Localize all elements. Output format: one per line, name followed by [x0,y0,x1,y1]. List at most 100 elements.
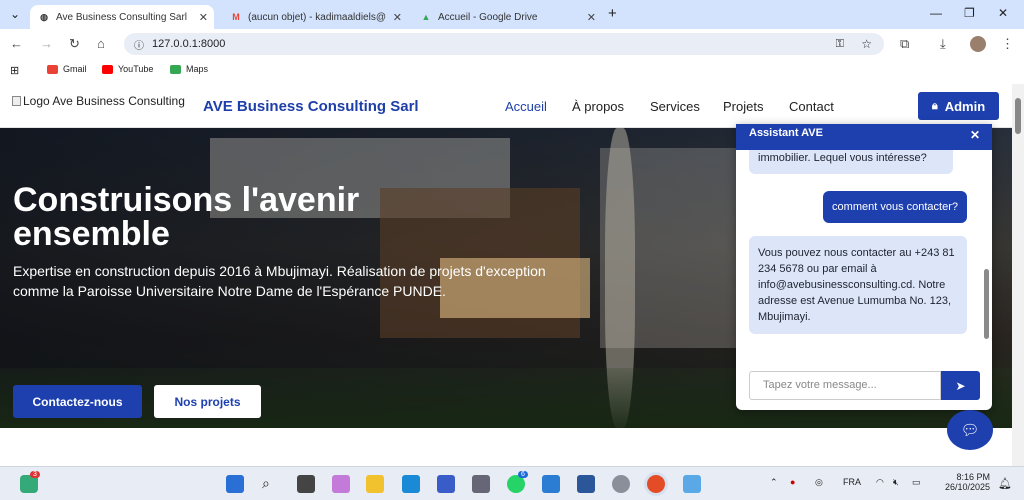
edge-icon[interactable] [402,475,420,493]
close-tab-icon[interactable]: ✕ [587,11,596,24]
broken-image-icon [12,96,21,106]
vscode-icon[interactable] [542,475,560,493]
tab-search-icon[interactable]: ⌄ [10,7,20,21]
network-icon[interactable]: ◎ [815,477,823,488]
gmail-icon [47,64,58,74]
forward-icon[interactable]: → [40,36,53,51]
logo-alt-text: Logo Ave Business Consulting [23,94,185,108]
avatar[interactable] [970,36,986,52]
bookmark-star-icon[interactable]: ☆ [861,37,872,51]
word-icon[interactable] [577,475,595,493]
bookmark-youtube[interactable]: YouTube [102,64,153,74]
battery-icon[interactable]: ▭ [912,477,921,488]
bot-message: immobilier. Lequel vous intéresse? [749,150,953,174]
lock-icon: 🔒︎ [931,99,938,112]
bookmark-label: Maps [186,64,209,74]
task-view-icon[interactable] [297,475,315,493]
message-text: immobilier. Lequel vous intéresse? [758,152,927,164]
chat-widget: Assistant AVE ✕ immobilier. Lequel vous … [736,124,992,410]
close-chat-icon[interactable]: ✕ [970,126,980,144]
os-taskbar: 3 ⌕ 6 ⌃ ● ◎ FRA ◠ 🔇︎ ▭ 8:16 PM 26/10/202… [0,466,1024,500]
menu-kebab-icon[interactable]: ⋮ [1001,36,1014,52]
contact-us-button[interactable]: Contactez-nous [13,385,142,418]
site-info-icon[interactable]: ⓘ [134,37,144,52]
send-button[interactable]: ➤ [941,371,980,400]
file-explorer-icon[interactable] [366,475,384,493]
tab-title: (aucun objet) - kadimaaldiels@ [248,11,386,23]
notification-bell-icon[interactable]: 🔔︎ [998,477,1012,490]
chat-message-input[interactable]: Tapez votre message... [749,371,941,400]
chat-messages: immobilier. Lequel vous intéresse? comme… [736,150,992,362]
web-page: Logo Ave Business Consulting AVE Busines… [0,84,1012,466]
nav-a-propos[interactable]: À propos [572,99,624,114]
clock-time: 8:16 PM [956,472,990,482]
bookmark-label: YouTube [118,64,154,74]
nav-accueil[interactable]: Accueil [505,99,547,114]
tab-ave-business[interactable]: ◍ Ave Business Consulting Sarl ✕ [30,5,214,29]
chrome-icon[interactable] [647,475,665,493]
wifi-icon[interactable]: ◠ [876,477,884,488]
recording-icon[interactable]: ● [790,477,795,487]
nav-contact[interactable]: Contact [789,99,834,114]
chat-scrollbar[interactable] [984,269,989,339]
url-text: 127.0.0.1:8000 [152,38,226,50]
clock[interactable]: 8:16 PM 26/10/2025 [940,472,990,492]
message-text: comment vous contacter? [832,201,958,213]
site-brand[interactable]: AVE Business Consulting Sarl [203,98,419,115]
search-icon[interactable]: ⌕ [262,475,280,493]
tab-title: Ave Business Consulting Sarl [56,11,187,23]
reload-icon[interactable]: ↻ [69,36,80,52]
nav-services[interactable]: Services [650,99,700,114]
camera-icon[interactable] [472,475,490,493]
gmail-icon: M [232,12,240,22]
chat-toggle-button[interactable]: 💬︎ [947,410,993,450]
site-navbar: Logo Ave Business Consulting AVE Busines… [0,84,1012,128]
page-scrollbar[interactable] [1012,84,1024,466]
new-tab-icon[interactable]: + [608,5,617,22]
apps-grid-icon[interactable]: ⊞ [10,64,19,77]
globe-icon: ◍ [40,11,48,22]
notepad-icon[interactable] [683,475,701,493]
minimize-icon[interactable]: — [930,6,942,20]
store-icon[interactable] [437,475,455,493]
hero-title: Construisons l'avenir ensemble [13,181,360,253]
download-icon[interactable]: ⤓ [940,36,946,52]
language-indicator[interactable]: FRA [843,477,861,487]
chevron-up-icon[interactable]: ⌃ [770,477,778,488]
our-projects-button[interactable]: Nos projets [154,385,261,418]
paper-plane-icon: ➤ [955,378,966,393]
extensions-icon[interactable]: ⧉ [900,36,909,52]
close-tab-icon[interactable]: ✕ [199,11,208,24]
copilot-icon[interactable] [332,475,350,493]
site-logo[interactable]: Logo Ave Business Consulting [12,94,185,108]
tab-gmail[interactable]: M (aucun objet) - kadimaaldiels@ ✕ [222,5,408,29]
drive-icon: ▲ [421,12,431,22]
youtube-icon [102,64,113,74]
user-message: comment vous contacter? [823,191,967,223]
bookmark-gmail[interactable]: Gmail [47,64,87,74]
password-key-icon[interactable]: ⚿ [836,38,844,51]
address-bar[interactable]: ⓘ 127.0.0.1:8000 ⚿ ☆ [124,33,884,55]
bot-message: Vous pouvez nous contacter au +243 81 23… [749,236,967,334]
tab-title: Accueil - Google Drive [438,11,538,23]
home-icon[interactable]: ⌂ [97,36,105,51]
notification-badge: 3 [30,471,40,478]
hero-subtitle: Expertise en construction depuis 2016 à … [13,263,546,299]
nav-projets[interactable]: Projets [723,99,763,114]
admin-button[interactable]: 🔒︎ Admin [918,92,999,120]
close-window-icon[interactable]: ✕ [998,6,1008,20]
volume-mute-icon[interactable]: 🔇︎ [893,477,899,488]
close-tab-icon[interactable]: ✕ [393,11,402,24]
back-icon[interactable]: ← [10,36,23,51]
chat-title: Assistant AVE [749,127,823,139]
settings-gear-icon[interactable] [612,475,630,493]
browser-tab-strip: ⌄ ◍ Ave Business Consulting Sarl ✕ M (au… [0,0,1024,29]
bookmark-maps[interactable]: Maps [170,64,208,74]
bookmark-label: Gmail [63,64,87,74]
tab-google-drive[interactable]: ▲ Accueil - Google Drive ✕ [412,5,602,29]
restore-icon[interactable]: ❐ [964,6,975,20]
chat-header: Assistant AVE ✕ [736,124,992,150]
start-icon[interactable] [226,475,244,493]
bookmarks-bar: ⊞ Gmail YouTube Maps [0,59,1024,81]
page-scroll-thumb[interactable] [1015,98,1021,134]
